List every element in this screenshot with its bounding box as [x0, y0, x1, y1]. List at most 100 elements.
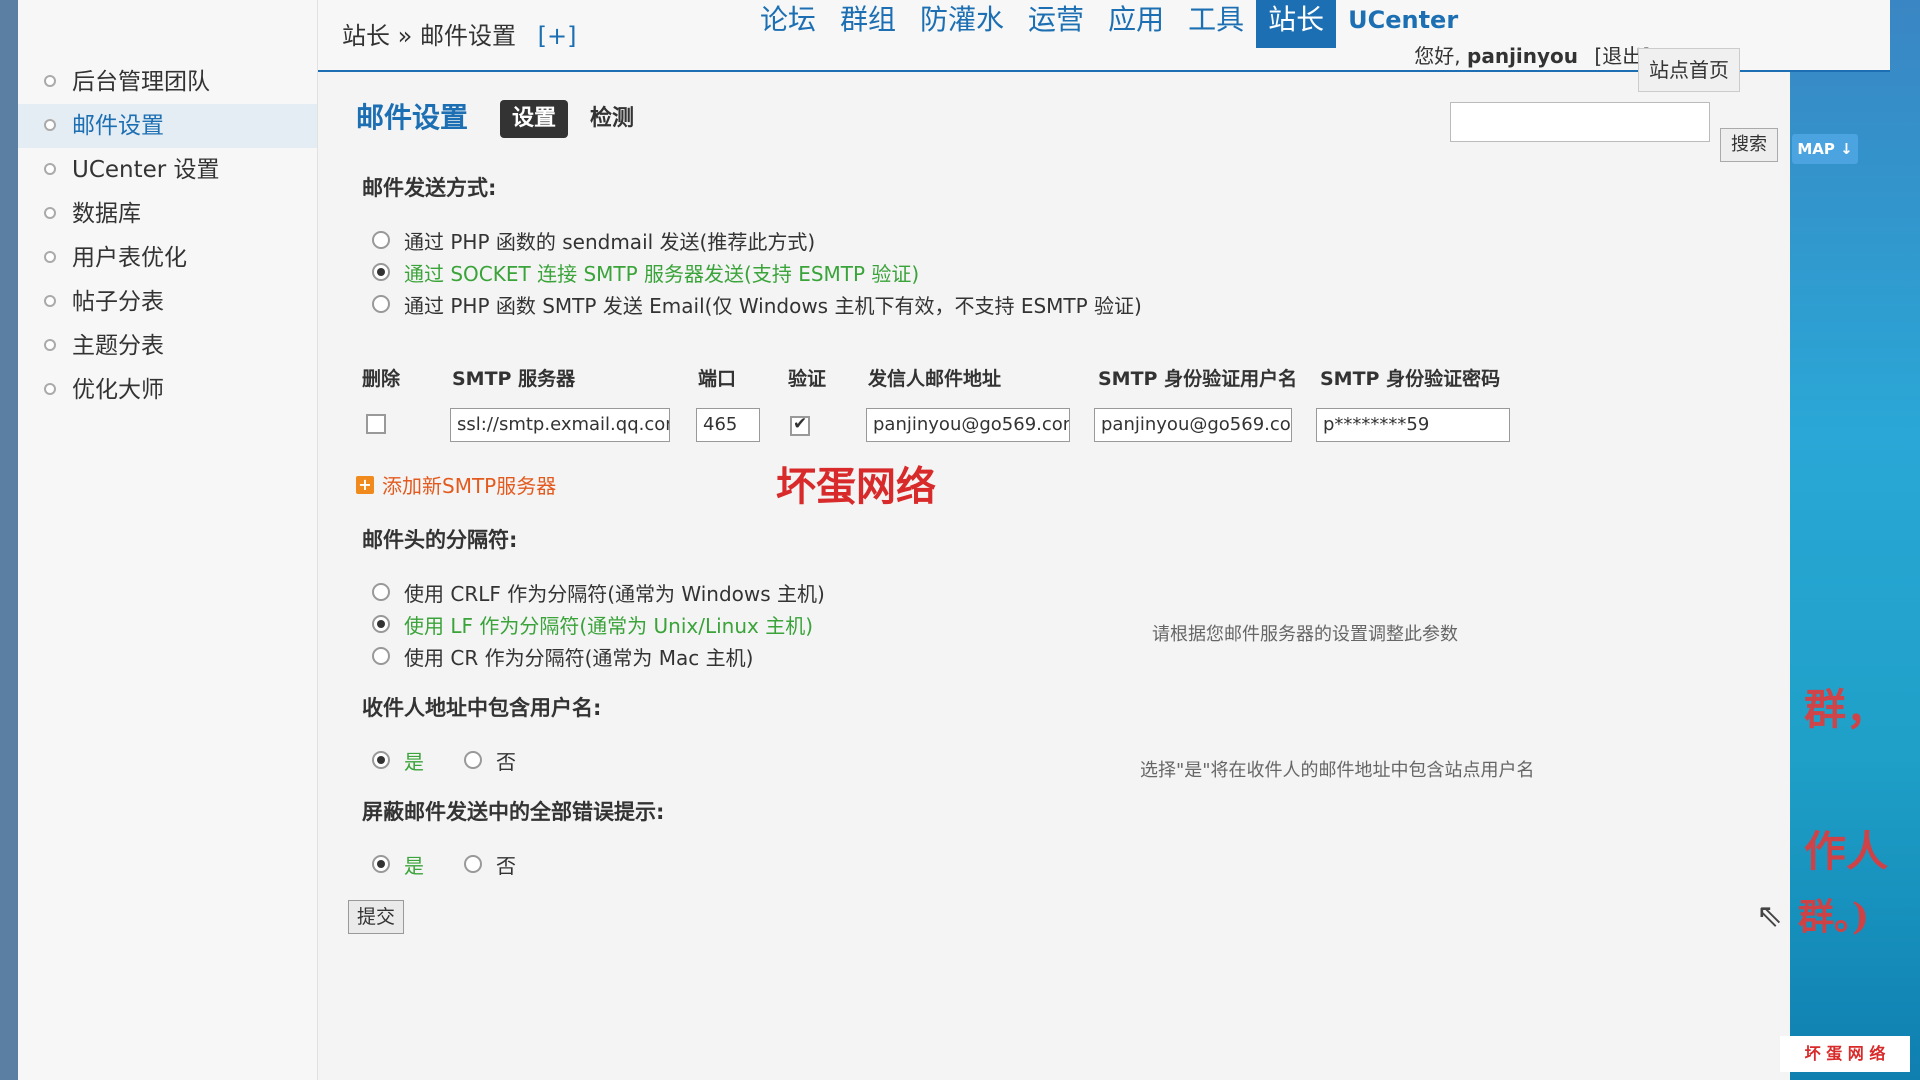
sidebar-item-label: 后台管理团队 — [72, 69, 210, 95]
smtp-server-field[interactable]: ssl://smtp.exmail.qq.com — [450, 408, 670, 442]
plus-icon: + — [356, 475, 374, 494]
search-button[interactable]: 搜索 — [1720, 128, 1778, 162]
breadcrumb: 站长 » 邮件设置 [+] — [342, 16, 576, 51]
from-email-field[interactable]: panjinyou@go569.com — [866, 408, 1070, 442]
sidebar-item-label: 主题分表 — [72, 333, 164, 359]
bullet-icon — [44, 339, 56, 351]
search-input[interactable] — [1450, 102, 1710, 142]
background-text: 群。) — [1798, 896, 1870, 938]
option-label: 否 — [496, 853, 516, 878]
option-label: 是 — [404, 853, 424, 878]
add-smtp-server-link[interactable]: + 添加新SMTP服务器 — [356, 470, 556, 499]
smtp-server-table: 删除 SMTP 服务器 端口 验证 发信人邮件地址 SMTP 身份验证用户名 S… — [340, 334, 1770, 510]
main-nav: 论坛 群组 防灌水 运营 应用 工具 站长 UCenter — [748, 0, 1470, 48]
col-port: 端口 — [698, 368, 737, 390]
auth-checkbox[interactable] — [790, 414, 810, 436]
background-text: 群， — [1804, 685, 1889, 734]
radio-button[interactable] — [372, 855, 390, 873]
include-username-hint: 选择"是"将在收件人的邮件地址中包含站点用户名 — [1140, 760, 1535, 781]
nav-forum[interactable]: 论坛 — [748, 0, 828, 48]
send-method-option[interactable]: 通过 SOCKET 连接 SMTP 服务器发送(支持 ESMTP 验证) — [372, 256, 1770, 288]
bullet-icon — [44, 383, 56, 395]
include-username-options: 是 否 — [372, 744, 1770, 776]
add-smtp-label: 添加新SMTP服务器 — [382, 474, 557, 498]
send-method-option[interactable]: 通过 PHP 函数 SMTP 发送 Email(仅 Windows 主机下有效，… — [372, 288, 1770, 320]
yes-option[interactable]: 是 — [372, 848, 424, 880]
radio-button[interactable] — [464, 855, 482, 873]
left-edge — [0, 0, 18, 1080]
nav-webmaster[interactable]: 站长 — [1256, 0, 1337, 48]
radio-button[interactable] — [372, 751, 390, 769]
radio-button[interactable] — [372, 231, 390, 249]
separator-option[interactable]: 使用 LF 作为分隔符(通常为 Unix/Linux 主机) — [372, 608, 1770, 640]
sidebar-item-post-split[interactable]: 帖子分表 — [18, 280, 317, 324]
bullet-icon — [44, 163, 56, 175]
option-label: 使用 LF 作为分隔符(通常为 Unix/Linux 主机) — [404, 613, 814, 638]
bullet-icon — [44, 251, 56, 263]
username: panjinyou — [1467, 44, 1579, 68]
sidebar-item-label: 邮件设置 — [72, 113, 164, 139]
option-label: 通过 PHP 函数的 sendmail 发送(推荐此方式) — [404, 229, 816, 254]
sidebar-item-ucenter[interactable]: UCenter 设置 — [18, 148, 317, 192]
sidebar-item-mail-settings[interactable]: 邮件设置 — [18, 104, 317, 148]
radio-button[interactable] — [372, 295, 390, 313]
site-home-button[interactable]: 站点首页 — [1638, 48, 1740, 92]
radio-button[interactable] — [372, 647, 390, 665]
radio-button[interactable] — [372, 263, 390, 281]
sidebar-item-thread-split[interactable]: 主题分表 — [18, 324, 317, 368]
breadcrumb-separator: » — [397, 22, 413, 50]
sidebar-item-optimizer[interactable]: 优化大师 — [18, 368, 317, 412]
delete-checkbox[interactable] — [366, 414, 386, 434]
breadcrumb-root[interactable]: 站长 — [342, 22, 390, 50]
breadcrumb-current: 邮件设置 — [419, 22, 516, 50]
tab-check[interactable]: 检测 — [578, 100, 646, 138]
radio-button[interactable] — [372, 615, 390, 633]
silent-errors-options: 是 否 — [372, 848, 1770, 880]
bullet-icon — [44, 295, 56, 307]
option-label: 使用 CR 作为分隔符(通常为 Mac 主机) — [404, 645, 754, 670]
sidebar-item-admin-team[interactable]: 后台管理团队 — [18, 60, 317, 104]
nav-group[interactable]: 群组 — [828, 0, 908, 48]
page-title: 邮件设置 — [356, 101, 469, 134]
background-text: 作人 — [1804, 827, 1889, 876]
option-label: 通过 SOCKET 连接 SMTP 服务器发送(支持 ESMTP 验证) — [404, 261, 920, 286]
tab-settings[interactable]: 设置 — [500, 100, 569, 138]
sidebar-item-label: 数据库 — [72, 201, 141, 227]
bullet-icon — [44, 207, 56, 219]
silent-errors-title: 屏蔽邮件发送中的全部错误提示: — [362, 800, 665, 824]
yes-option[interactable]: 是 — [372, 744, 424, 776]
no-option[interactable]: 否 — [464, 744, 516, 776]
sidebar-item-database[interactable]: 数据库 — [18, 192, 317, 236]
separator-option[interactable]: 使用 CR 作为分隔符(通常为 Mac 主机) — [372, 640, 1770, 672]
radio-button[interactable] — [464, 751, 482, 769]
sidebar-item-label: 帖子分表 — [72, 289, 164, 315]
option-label: 是 — [404, 749, 424, 774]
smtp-password-field[interactable]: p********59 — [1316, 408, 1510, 442]
corner-watermark: 坏 蛋 网 络 — [1780, 1036, 1910, 1072]
no-option[interactable]: 否 — [464, 848, 516, 880]
nav-operation[interactable]: 运营 — [1016, 0, 1096, 48]
send-method-title: 邮件发送方式: — [362, 176, 497, 200]
separator-hint: 请根据您邮件服务器的设置调整此参数 — [1152, 624, 1458, 645]
smtp-user-field[interactable]: panjinyou@go569.com — [1094, 408, 1292, 442]
include-username-title: 收件人地址中包含用户名: — [362, 696, 602, 720]
send-method-option[interactable]: 通过 PHP 函数的 sendmail 发送(推荐此方式) — [372, 224, 1770, 256]
separator-option[interactable]: 使用 CRLF 作为分隔符(通常为 Windows 主机) — [372, 576, 1770, 608]
main-content: 邮件设置 设置 检测 搜索 MAP ↓ 邮件发送方式: 通过 PHP 函数的 s… — [340, 92, 1858, 940]
smtp-port-field[interactable]: 465 — [696, 408, 760, 442]
col-auth: 验证 — [788, 368, 827, 390]
greeting-prefix: 您好, — [1414, 44, 1461, 68]
add-shortcut-button[interactable]: [+] — [538, 22, 577, 50]
send-method-options: 通过 PHP 函数的 sendmail 发送(推荐此方式) 通过 SOCKET … — [372, 224, 1770, 320]
option-label: 使用 CRLF 作为分隔符(通常为 Windows 主机) — [404, 581, 825, 606]
radio-button[interactable] — [372, 583, 390, 601]
submit-button[interactable]: 提交 — [348, 900, 405, 934]
sidebar-item-label: 用户表优化 — [72, 245, 187, 271]
nav-antispam[interactable]: 防灌水 — [908, 0, 1016, 48]
nav-tools[interactable]: 工具 — [1176, 0, 1256, 48]
nav-apps[interactable]: 应用 — [1096, 0, 1176, 48]
map-button[interactable]: MAP ↓ — [1792, 134, 1858, 164]
bullet-icon — [44, 75, 56, 87]
sidebar-item-user-table[interactable]: 用户表优化 — [18, 236, 317, 280]
mouse-cursor-icon: ⇖ — [1756, 896, 1783, 934]
